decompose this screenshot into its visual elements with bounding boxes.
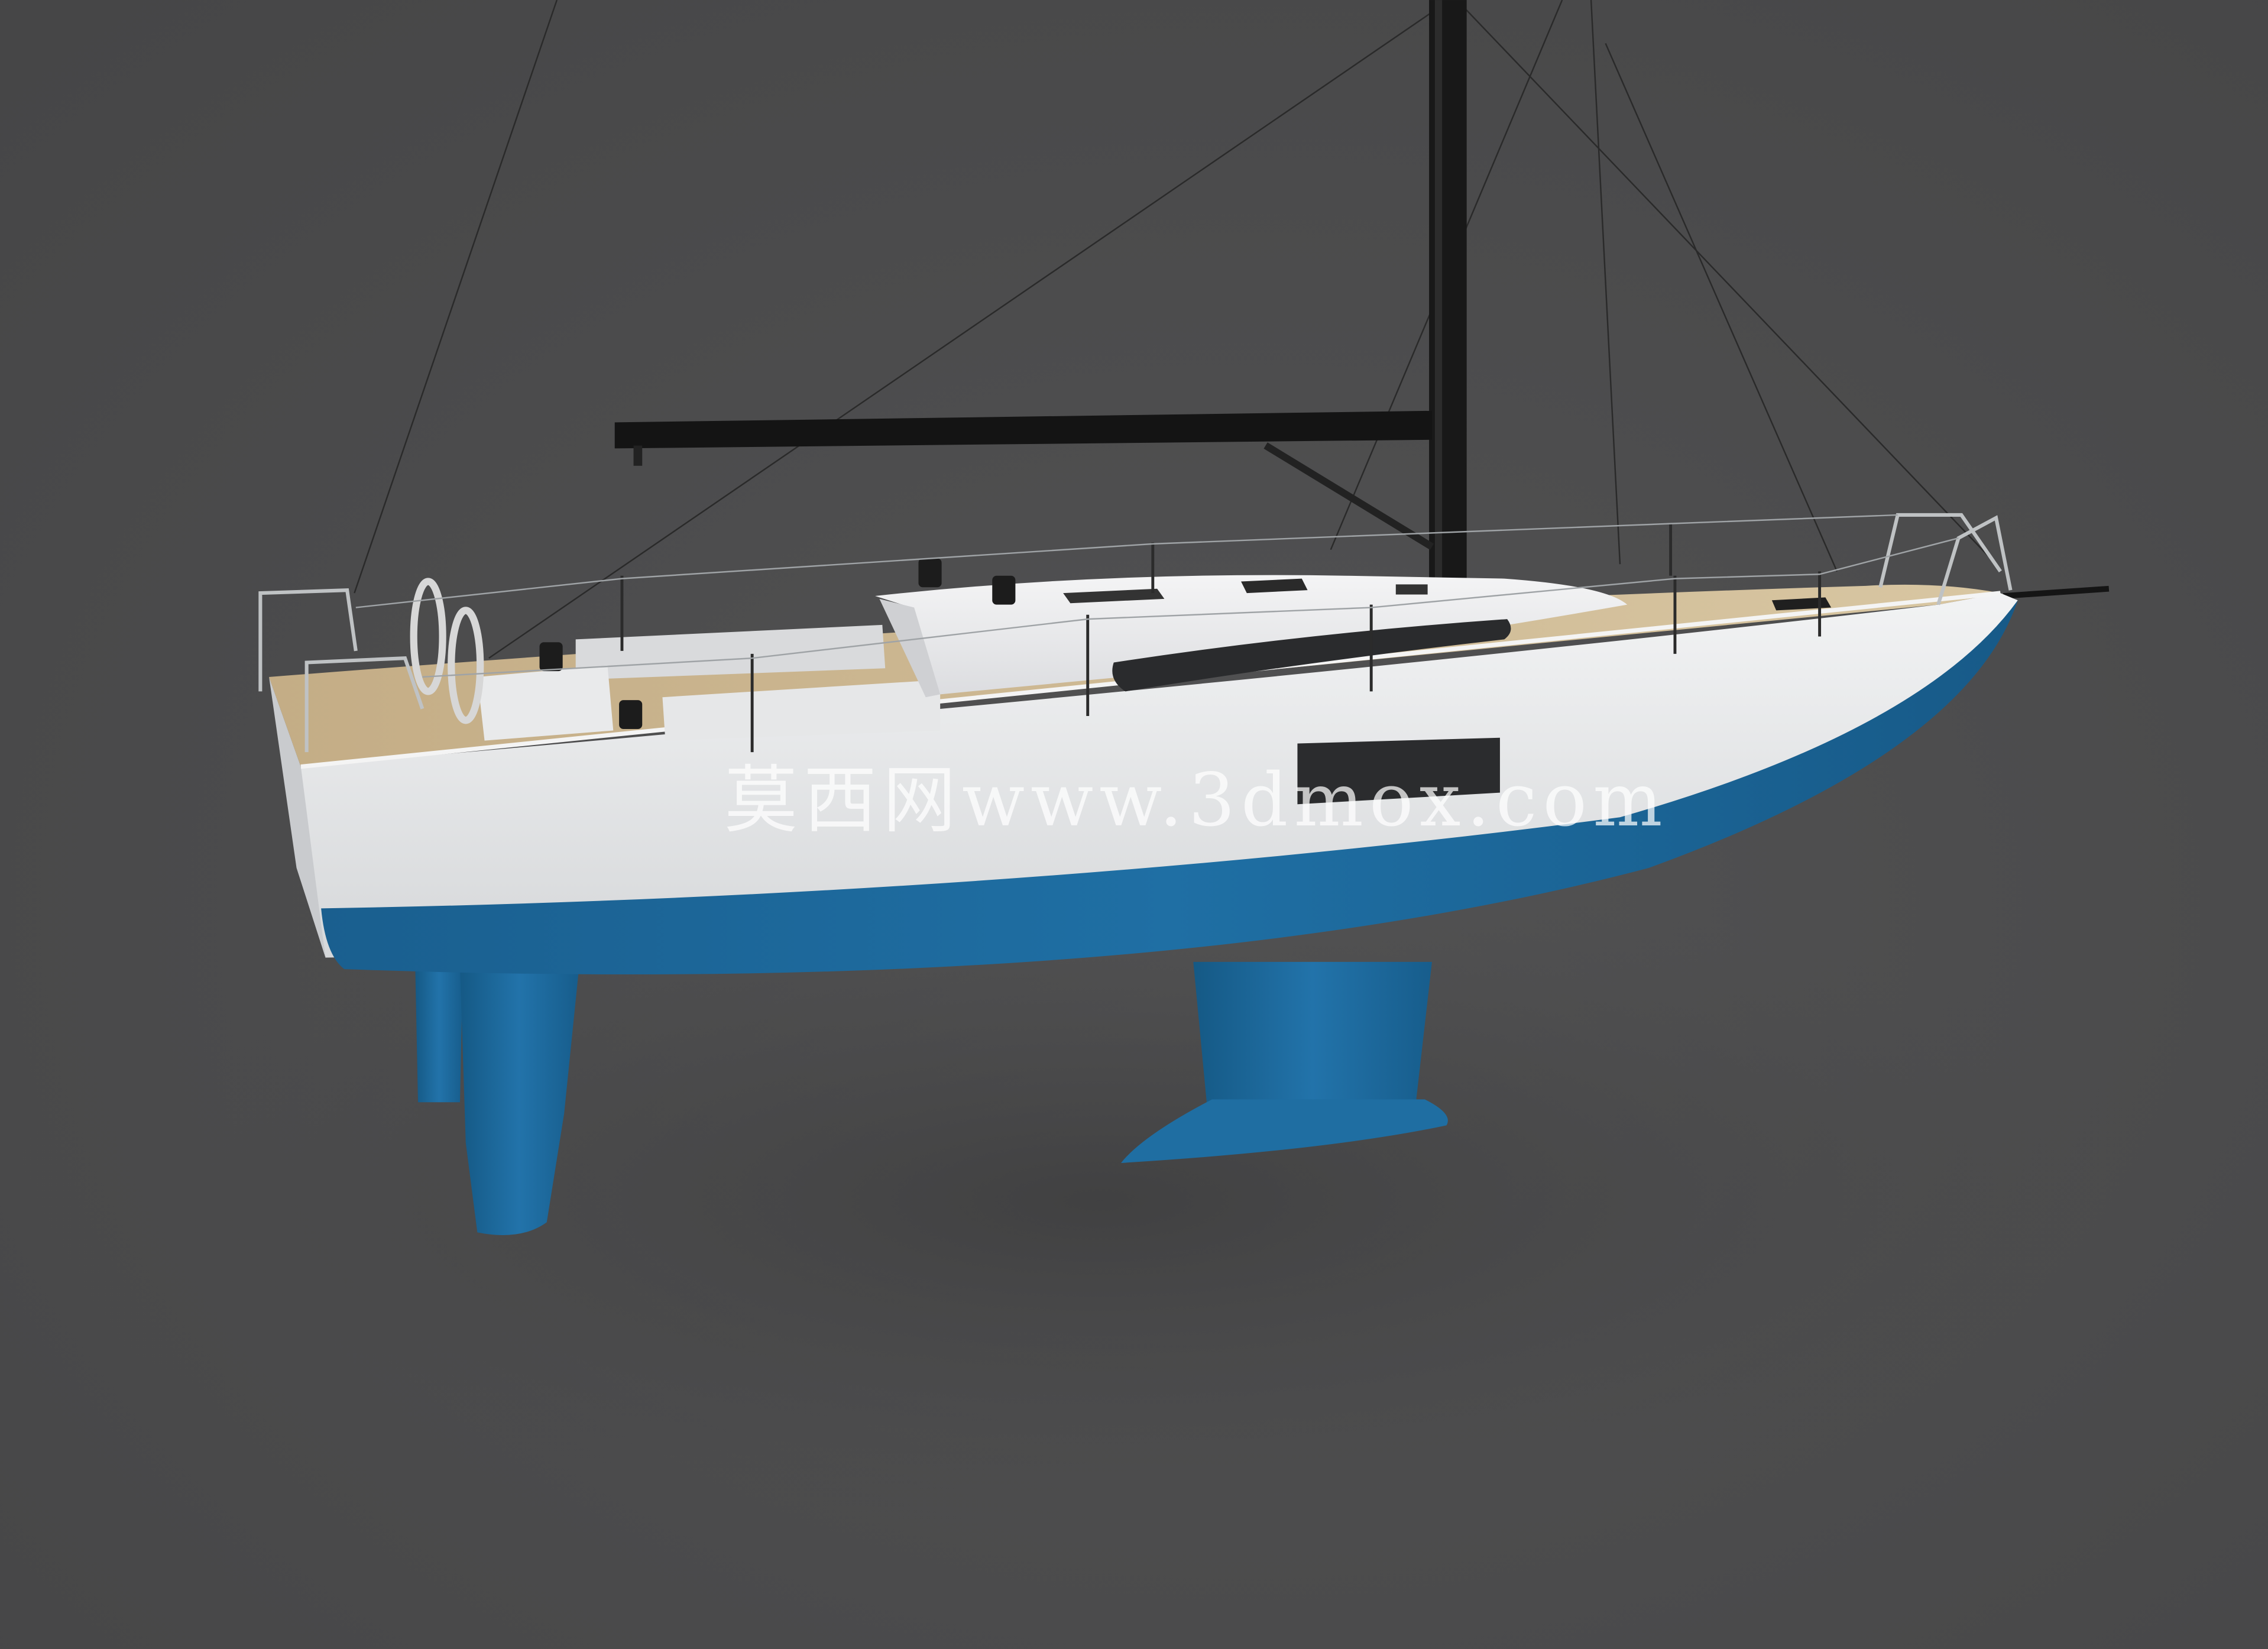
render-stage: 莫西网www.3dmox.com <box>0 0 2268 1649</box>
mast <box>1429 0 1467 579</box>
helm-station <box>477 665 614 741</box>
mast-base-clutches <box>1395 584 1428 595</box>
mast-highlight <box>1434 0 1443 579</box>
boom-block <box>633 445 643 466</box>
hull-window <box>1297 737 1500 805</box>
ground-shadow <box>0 867 2199 1534</box>
sailboat-render <box>0 0 2268 1649</box>
